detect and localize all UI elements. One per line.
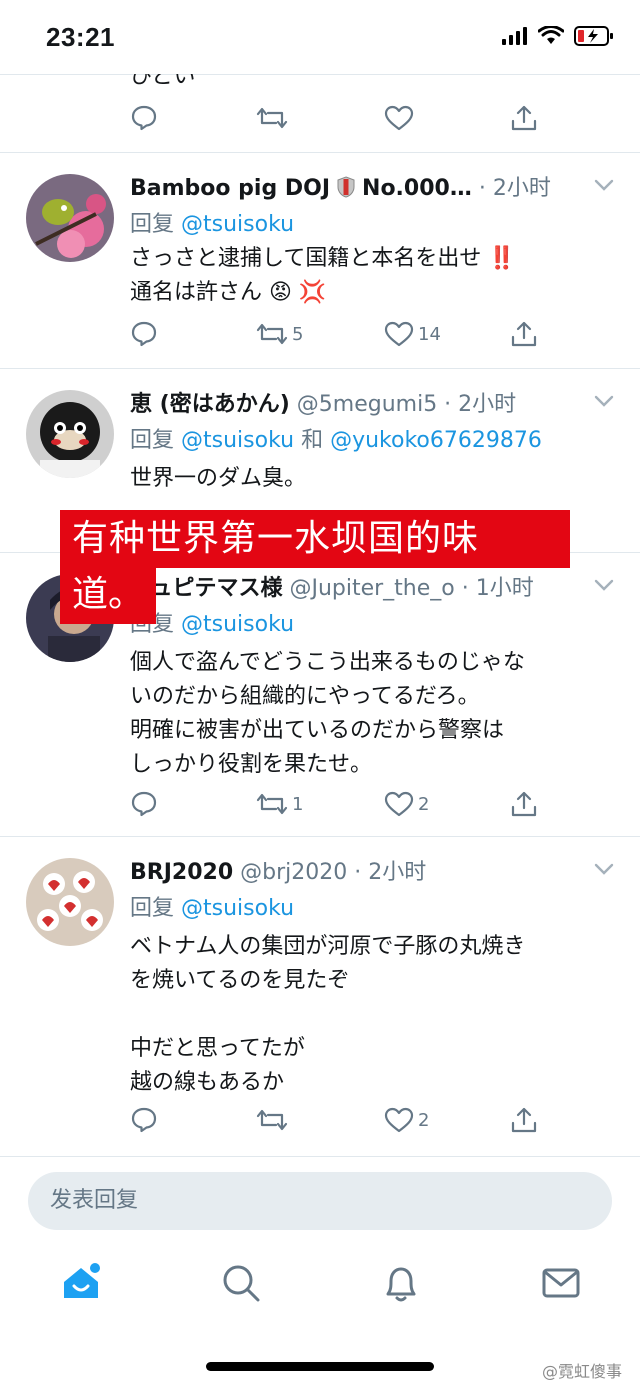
tweet-item[interactable]: BRJ2020 @brj2020 · 2小时 回复 @tsuisoku ベトナム… <box>0 838 640 1154</box>
user-name[interactable]: BRJ2020 <box>130 860 233 885</box>
divider <box>0 836 640 837</box>
retweet-count: 5 <box>292 323 304 345</box>
status-bar: 23:21 <box>0 0 640 74</box>
signal-icon <box>502 27 527 45</box>
tweet-text: 個人で盗んでどうこう出来るものじゃな いのだから組織的にやってるだろ。 明確に被… <box>130 650 525 777</box>
reply-icon <box>131 1107 157 1133</box>
reply-context: 回复 @tsuisoku <box>130 896 295 921</box>
user-handle[interactable]: @5megumi5 <box>290 392 437 417</box>
heart-icon <box>384 321 414 347</box>
tweet-time: 2小时 <box>458 392 517 417</box>
user-handle[interactable]: @Jupiter_the_o <box>282 576 454 601</box>
user-name[interactable]: 恵 (密はあかん) <box>130 392 290 417</box>
tweet-actions: 2 <box>130 1106 540 1142</box>
reply-button[interactable] <box>130 1106 162 1134</box>
avatar[interactable] <box>26 174 114 262</box>
mention-link[interactable]: @yukoko67629876 <box>330 428 542 453</box>
reply-compose-input[interactable]: 发表回复 <box>28 1172 612 1230</box>
share-icon <box>511 321 537 347</box>
tweet-time: 2小时 <box>492 176 551 201</box>
retweet-button[interactable]: 5 <box>256 320 303 348</box>
like-count: 2 <box>418 1109 430 1131</box>
retweet-icon <box>256 323 288 345</box>
divider <box>0 152 640 153</box>
divider <box>0 1156 640 1157</box>
home-icon <box>64 1263 100 1298</box>
retweet-button[interactable]: 1 <box>256 790 303 818</box>
previous-tweet-actions <box>130 104 540 140</box>
like-button[interactable]: 14 <box>384 320 441 348</box>
tab-notifications[interactable] <box>380 1262 422 1308</box>
chevron-down-icon[interactable] <box>594 578 614 592</box>
search-icon <box>223 1265 260 1302</box>
bell-icon <box>386 1267 416 1302</box>
share-button[interactable] <box>510 320 538 348</box>
reply-icon <box>131 105 157 131</box>
reply-context: 回复 @tsuisoku <box>130 212 295 237</box>
like-button[interactable]: 2 <box>384 1106 429 1134</box>
like-count: 2 <box>418 793 430 815</box>
chevron-down-icon[interactable] <box>594 394 614 408</box>
like-button[interactable] <box>384 104 414 132</box>
tweet-text: さっさと逮捕して国籍と本名を出せ ‼️ 通名は許さん 😡 💢 <box>130 246 516 305</box>
user-name[interactable]: Bamboo pig DOJ <box>130 176 330 201</box>
mention-link[interactable]: @tsuisoku <box>181 428 294 453</box>
mention-link[interactable]: @tsuisoku <box>181 612 294 637</box>
like-button[interactable]: 2 <box>384 790 429 818</box>
avatar[interactable] <box>26 390 114 478</box>
like-count: 14 <box>418 323 441 345</box>
tweet-actions: 5 14 <box>130 320 540 356</box>
retweet-icon <box>256 1109 288 1131</box>
retweet-count: 1 <box>292 793 304 815</box>
home-indicator <box>206 1362 434 1371</box>
divider <box>0 368 640 369</box>
mention-link[interactable]: @tsuisoku <box>181 212 294 237</box>
watermark: @霓虹傻事 <box>541 1362 622 1381</box>
share-button[interactable] <box>510 790 538 818</box>
mail-icon <box>542 1268 580 1298</box>
chevron-down-icon[interactable] <box>594 862 614 876</box>
tab-home[interactable] <box>60 1262 102 1308</box>
share-icon <box>511 791 537 817</box>
avatar[interactable] <box>26 858 114 946</box>
tweet-text: ベトナム人の集団が河原で子豚の丸焼き を焼いてるのを見たぞ 中だと思ってたが 越… <box>130 934 526 1095</box>
reply-button[interactable] <box>130 790 162 818</box>
retweet-icon <box>256 107 288 129</box>
share-button[interactable] <box>510 1106 538 1134</box>
share-icon <box>511 1107 537 1133</box>
chevron-down-icon[interactable] <box>594 178 614 192</box>
divider <box>0 74 640 75</box>
user-name-suffix: No.000… <box>362 176 472 201</box>
mention-link[interactable]: @tsuisoku <box>181 896 294 921</box>
tab-search[interactable] <box>220 1262 262 1308</box>
tab-bar <box>0 1250 640 1330</box>
tweet-text: 世界一のダム臭。 <box>130 466 307 491</box>
status-time: 23:21 <box>46 22 115 52</box>
reply-button[interactable] <box>130 104 158 132</box>
reply-icon <box>131 791 157 817</box>
share-button[interactable] <box>510 104 538 132</box>
heart-icon <box>384 1107 414 1133</box>
tweet-time: 1小时 <box>475 576 534 601</box>
retweet-icon <box>256 793 288 815</box>
shield-badge-icon <box>337 176 355 204</box>
battery-icon <box>574 26 613 46</box>
reply-icon <box>131 321 157 347</box>
tweet-item[interactable]: Bamboo pig DOJ No.000… · 2小时 回复 @tsuisok… <box>0 154 640 366</box>
share-icon <box>511 105 537 131</box>
tab-messages[interactable] <box>540 1262 582 1308</box>
caption-overlay-line2: 道。 <box>60 566 157 624</box>
user-handle[interactable]: @brj2020 <box>233 860 347 885</box>
reply-button[interactable] <box>130 320 162 348</box>
tweet-time: 2小时 <box>368 860 427 885</box>
heart-icon <box>384 791 414 817</box>
reply-context: 回复 @tsuisoku 和 @yukoko67629876 <box>130 428 542 453</box>
caption-overlay: 有种世界第一水坝国的味 <box>60 510 570 568</box>
retweet-button[interactable] <box>256 1106 292 1134</box>
tweet-actions: 1 2 <box>130 790 540 826</box>
wifi-icon <box>538 26 564 44</box>
retweet-button[interactable] <box>256 104 288 132</box>
heart-icon <box>384 105 414 131</box>
